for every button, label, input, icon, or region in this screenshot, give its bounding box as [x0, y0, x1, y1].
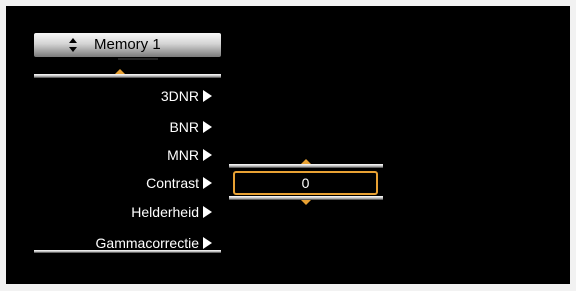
value-top-rail [229, 164, 383, 168]
memory-label: Memory 1 [94, 36, 161, 53]
arrow-right-icon [203, 237, 212, 249]
menu-item-label: Helderheid [131, 204, 199, 220]
menu-item-helderheid[interactable]: Helderheid [131, 203, 212, 221]
contrast-value-field[interactable]: 0 [233, 171, 378, 195]
arrow-right-icon [203, 149, 212, 161]
arrow-right-icon [203, 121, 212, 133]
menu-item-contrast[interactable]: Contrast [146, 174, 212, 192]
menu-item-label: 3DNR [160, 88, 199, 104]
up-down-arrows-icon [68, 37, 78, 53]
menu-item-label: Contrast [146, 175, 199, 191]
value-decrease-icon[interactable] [301, 200, 311, 205]
contrast-value-panel: 0 [229, 159, 383, 205]
menu-item-3dnr[interactable]: 3DNR [161, 87, 212, 105]
menu-item-mnr[interactable]: MNR [167, 146, 212, 164]
menu-bottom-divider [34, 250, 221, 253]
arrow-right-icon [203, 90, 212, 102]
menu-item-label: Gammacorrectie [95, 235, 199, 251]
menu-item-label: MNR [167, 147, 199, 163]
arrow-right-icon [203, 206, 212, 218]
memory-bar-notch [118, 58, 158, 60]
arrow-right-icon [203, 177, 212, 189]
value-increase-icon[interactable] [301, 159, 311, 164]
osd-screen: Memory 1 3DNR BNR MNR Contrast Helderhei… [6, 6, 570, 284]
menu-item-bnr[interactable]: BNR [169, 118, 212, 136]
menu-top-divider [34, 74, 221, 78]
scroll-up-icon[interactable] [115, 69, 125, 74]
memory-selector[interactable]: Memory 1 [34, 33, 221, 60]
menu-item-label: BNR [169, 119, 199, 135]
